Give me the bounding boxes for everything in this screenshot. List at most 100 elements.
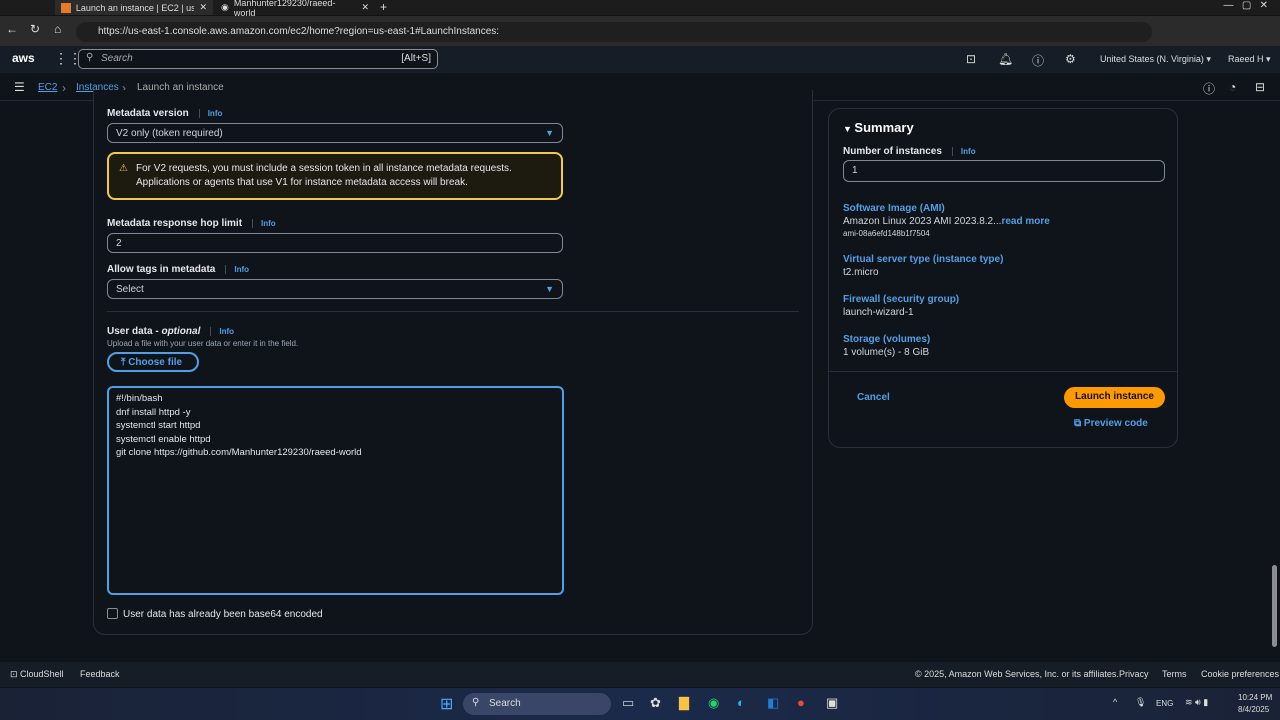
preview-code-button[interactable]: ⧉ Preview code [1074,418,1148,429]
history-icon[interactable]: ◔ [1229,80,1236,94]
info-link[interactable]: Info [951,147,976,156]
select-value: V2 only (token required) [116,128,223,139]
chatgpt-icon[interactable]: ✿ [650,695,661,711]
cloudshell-button[interactable]: ⊡ CloudShell [10,669,64,680]
privacy-link[interactable]: Privacy [1119,669,1149,679]
tray-overflow-icon[interactable]: ^ [1113,697,1117,707]
num-instances-input[interactable]: 1 [843,160,1165,182]
storage-link[interactable]: Storage (volumes) [843,334,930,345]
help-icon[interactable]: ⓘ [1032,52,1044,69]
menu-icon[interactable]: ☰ [14,80,25,94]
tab-github[interactable]: ◉ Manhunter129230/raeed-world ✕ [215,0,375,18]
back-icon[interactable]: ← [6,22,18,36]
select-value: Select [116,284,144,295]
preview-icon: ⧉ [1074,418,1084,429]
label-text: User data - [107,326,162,337]
summary-panel: ▼ Summary Number of instances Info 1 Soft… [828,108,1178,448]
ami-value: Amazon Linux 2023 AMI 2023.8.2... [843,216,1002,227]
close-tab-icon[interactable]: ✕ [361,2,369,13]
close-tab-icon[interactable]: ✕ [199,2,207,13]
user-data-textarea[interactable]: #!/bin/bash dnf install httpd -y systemc… [107,386,564,595]
feedback-icon[interactable]: ⊟ [1255,80,1265,94]
language-indicator[interactable]: ENG [1156,699,1173,708]
firewall-value: launch-wizard-1 [843,307,914,318]
base64-checkbox[interactable] [107,608,118,619]
aws-logo[interactable]: aws [12,51,35,65]
ami-link[interactable]: Software Image (AMI) [843,203,945,214]
ami-id: ami-08a6efd148b1f7504 [843,229,930,238]
tab-title: Manhunter129230/raeed-world [233,0,336,18]
hop-limit-input[interactable]: 2 [107,233,563,253]
caret-down-icon: ▼ [545,284,554,294]
tab-aws-launch[interactable]: Launch an instance | EC2 | us-east ✕ [55,0,213,15]
hop-limit-label: Metadata response hop limit Info [107,218,276,229]
warning-line: Applications or agents that use V1 for i… [136,177,468,188]
windows-taskbar: ⊞ ⚲ Search ▭ ✿ ▇ ◉ ◐ ◧ ● ▣ ^ 🎙︎ ENG ≋ 🔊︎ … [0,688,1280,720]
launch-instance-button[interactable]: Launch instance [1064,387,1165,408]
user-data-description: Upload a file with your user data or ent… [107,339,299,348]
storage-value: 1 volume(s) - 8 GiB [843,347,930,358]
user-menu[interactable]: Raeed H ▾ [1228,54,1271,65]
breadcrumb-ec2[interactable]: EC2 [38,82,57,93]
tab-title: Launch an instance | EC2 | us-east [75,2,195,13]
divider [107,311,799,312]
url-field[interactable]: https://us-east-1.console.aws.amazon.com… [76,22,1152,42]
read-more-link[interactable]: read more [1001,216,1049,227]
terms-link[interactable]: Terms [1162,669,1187,679]
scrollbar-thumb[interactable] [1272,565,1277,647]
allow-tags-select[interactable]: Select ▼ [107,279,563,299]
search-icon: ⚲ [472,697,480,708]
info-link[interactable]: Info [198,109,223,118]
user-data-label: User data - optional Info [107,326,235,337]
button-label: Preview code [1083,418,1148,429]
choose-file-button[interactable]: ⤒ Choose file [107,352,199,372]
search-placeholder: Search [101,53,133,64]
info-link[interactable]: Info [252,219,276,228]
gear-icon[interactable]: ⚙ [1065,52,1076,66]
metadata-version-select[interactable]: V2 only (token required) ▼ [107,123,563,143]
aws-favicon-icon [61,2,71,13]
bell-icon[interactable]: 🔔︎ [998,52,1013,66]
store-icon[interactable]: ▣ [826,695,838,711]
label-text: Metadata version [107,108,189,119]
info-link[interactable]: Info [210,327,235,336]
new-tab-button[interactable]: + [380,0,387,14]
metadata-version-label: Metadata version Info [107,108,223,119]
search-input[interactable]: ⚲ Search [Alt+S] [78,49,438,69]
region-selector[interactable]: United States (N. Virginia) ▾ [1100,54,1211,65]
warning-icon: ⚠ [119,163,128,174]
home-icon[interactable]: ⌂ [54,22,61,36]
taskbar-search[interactable]: ⚲ Search [463,693,611,715]
task-view-icon[interactable]: ▭ [622,695,634,711]
github-icon: ◉ [221,2,229,12]
refresh-icon[interactable]: ↻ [30,22,40,36]
info-link[interactable]: Info [225,265,250,274]
wps-office-icon[interactable]: ● [797,695,805,710]
caret-down-icon: ▼ [843,124,855,134]
windows-start-icon[interactable]: ⊞ [440,694,453,714]
microphone-icon[interactable]: 🎙︎ [1135,697,1146,708]
edge-icon[interactable]: ◐ [737,695,745,710]
file-explorer-icon[interactable]: ▇ [679,695,689,711]
info-panel-icon[interactable]: ⓘ [1203,80,1215,97]
console-footer: ⊡ CloudShell Feedback © 2025, Amazon Web… [0,662,1280,687]
wifi-volume-battery-icons[interactable]: ≋ 🔊︎ ▮ [1185,697,1208,708]
window-controls[interactable]: — ▢ ✕ [1224,0,1269,11]
summary-title: Summary [854,120,914,135]
outlook-icon[interactable]: ◧ [767,695,779,711]
clock-time[interactable]: 10:24 PM [1238,693,1272,702]
firewall-link[interactable]: Firewall (security group) [843,294,959,305]
instance-type-link[interactable]: Virtual server type (instance type) [843,254,1003,265]
search-shortcut: [Alt+S] [401,53,431,64]
clock-date[interactable]: 8/4/2025 [1238,705,1269,714]
browser-tab-bar: Launch an instance | EC2 | us-east ✕ ◉ Man… [0,0,1280,18]
feedback-link[interactable]: Feedback [80,669,120,679]
cancel-button[interactable]: Cancel [857,392,890,403]
cloudshell-icon: ⊡ [10,669,21,679]
cookie-preferences-link[interactable]: Cookie preferences [1201,669,1279,679]
whatsapp-icon[interactable]: ◉ [708,695,719,711]
summary-toggle[interactable]: ▼ Summary [843,120,914,135]
cloudshell-icon[interactable]: ⊡ [966,52,976,66]
caret-down-icon: ▼ [545,128,554,138]
copyright-text: © 2025, Amazon Web Services, Inc. or its… [915,669,1119,679]
